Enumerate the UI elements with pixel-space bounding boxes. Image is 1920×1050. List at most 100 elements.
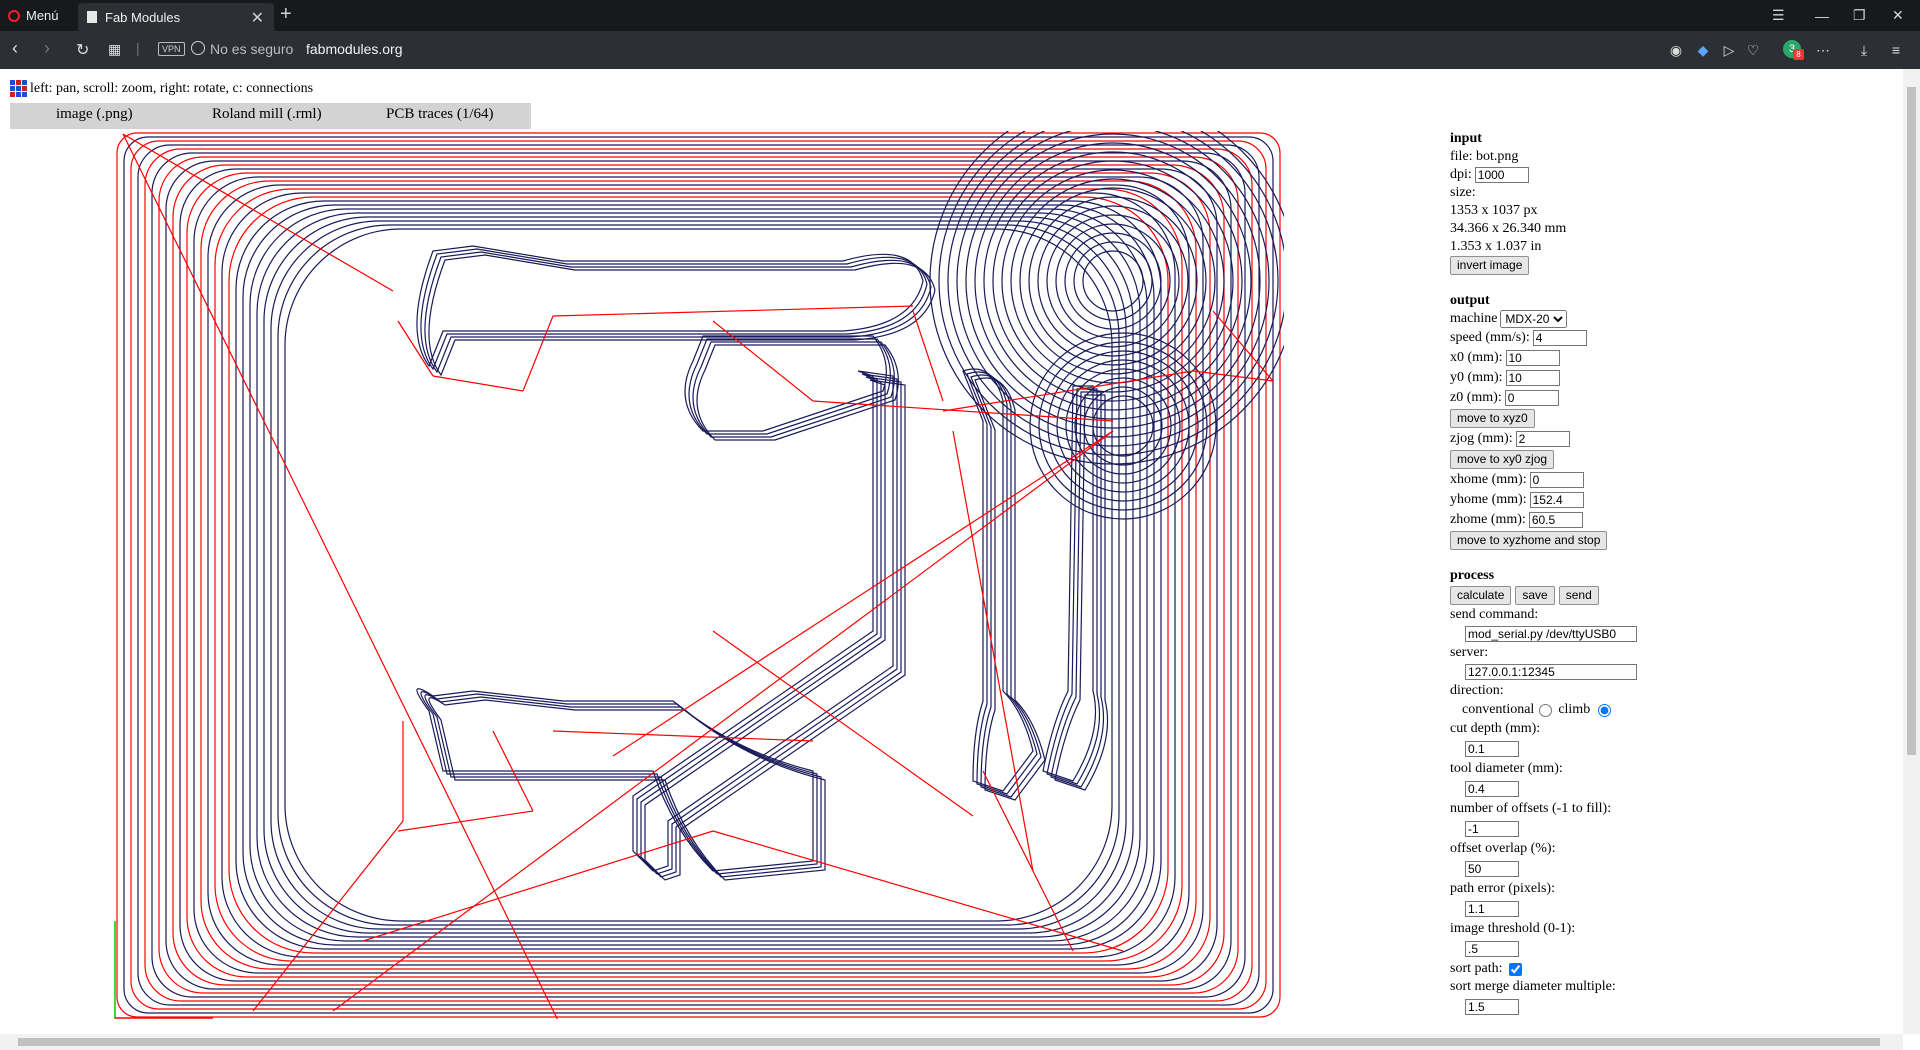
- browser-tab-bar: Menú Fab Modules ✕ + ☰ — ❐ ✕: [0, 0, 1920, 31]
- tab-menu-icon[interactable]: ☰: [1772, 0, 1785, 31]
- y0-label: y0 (mm):: [1450, 370, 1503, 385]
- trace-offset-path: [644, 379, 906, 881]
- send-command-input[interactable]: [1465, 626, 1637, 642]
- breadcrumb-roland-mill[interactable]: Roland mill (.rml): [212, 106, 322, 123]
- direction-label: direction:: [1450, 683, 1504, 698]
- machine-select[interactable]: MDX-20: [1500, 310, 1568, 328]
- outer-offset-path: [214, 188, 1183, 962]
- more-extensions-icon[interactable]: ⋯: [1815, 42, 1831, 58]
- fab-modules-logo-icon[interactable]: [10, 80, 27, 97]
- sort-merge-input[interactable]: [1465, 999, 1519, 1015]
- breadcrumb-pcb-traces[interactable]: PCB traces (1/64): [386, 106, 493, 123]
- xhome-label: xhome (mm):: [1450, 472, 1527, 487]
- horizontal-scrollbar[interactable]: [0, 1034, 1903, 1050]
- tab-title: Fab Modules: [105, 9, 181, 25]
- y0-input[interactable]: [1505, 370, 1560, 386]
- dpi-input[interactable]: [1474, 167, 1529, 183]
- server-label: server:: [1450, 645, 1489, 660]
- invert-image-button[interactable]: invert image: [1450, 255, 1530, 275]
- size-in: 1.353 x 1.037 in: [1450, 239, 1542, 254]
- rapid-move-line: [552, 305, 914, 317]
- x0-label: x0 (mm):: [1450, 350, 1503, 365]
- camera-icon[interactable]: ◉: [1668, 42, 1684, 58]
- browser-tab[interactable]: Fab Modules ✕: [78, 3, 274, 31]
- outer-offset-path: [137, 144, 1260, 1006]
- extension-icon[interactable]: 38: [1783, 40, 1804, 60]
- trace-offset-path: [424, 694, 822, 878]
- pad-offset-ring: [1019, 187, 1207, 375]
- yhome-input[interactable]: [1529, 492, 1584, 508]
- rapid-move-line: [397, 320, 434, 377]
- new-tab-button[interactable]: +: [280, 3, 292, 26]
- speed-input[interactable]: [1532, 330, 1587, 346]
- restore-icon[interactable]: ❐: [1853, 0, 1866, 31]
- minimize-icon[interactable]: —: [1815, 0, 1829, 31]
- url-text[interactable]: fabmodules.org: [306, 41, 403, 57]
- trace-offset-path: [428, 697, 826, 881]
- zhome-input[interactable]: [1528, 512, 1583, 528]
- offsets-input[interactable]: [1465, 821, 1519, 837]
- z0-input[interactable]: [1504, 390, 1559, 406]
- input-heading: input: [1450, 131, 1482, 146]
- vertical-scrollbar[interactable]: [1903, 69, 1920, 1034]
- heart-icon[interactable]: ♡: [1745, 42, 1761, 58]
- outer-offset-path: [235, 200, 1162, 950]
- trace-offset-path: [684, 335, 887, 432]
- output-heading: output: [1450, 293, 1490, 308]
- tool-diameter-input[interactable]: [1465, 781, 1519, 797]
- speed-dial-icon[interactable]: ▦: [108, 41, 121, 58]
- send-icon[interactable]: ▷: [1721, 42, 1737, 58]
- shield-icon[interactable]: ◆: [1695, 42, 1711, 58]
- dpi-label: dpi:: [1450, 167, 1472, 182]
- cut-depth-input[interactable]: [1465, 741, 1519, 757]
- vpn-badge[interactable]: VPN: [158, 42, 185, 56]
- breadcrumb-image[interactable]: image (.png): [56, 106, 133, 123]
- download-icon[interactable]: ⤓: [1856, 42, 1872, 58]
- close-window-icon[interactable]: ✕: [1892, 0, 1904, 31]
- x0-input[interactable]: [1505, 350, 1560, 366]
- outer-offset-path: [179, 168, 1218, 982]
- overlap-label: offset overlap (%):: [1450, 841, 1556, 856]
- send-button[interactable]: send: [1558, 586, 1599, 605]
- outer-offset-path: [130, 140, 1267, 1010]
- climb-label: climb: [1558, 702, 1591, 717]
- trace-offset-path: [632, 370, 894, 872]
- reload-icon[interactable]: ↻: [76, 40, 89, 60]
- path-error-input[interactable]: [1465, 901, 1519, 917]
- path-error-label: path error (pixels):: [1450, 881, 1555, 896]
- threshold-input[interactable]: [1465, 941, 1519, 957]
- browser-menu-button[interactable]: Menú: [8, 0, 59, 31]
- pad-offset-ring: [1092, 395, 1154, 457]
- horizontal-scrollbar-thumb[interactable]: [18, 1038, 1880, 1046]
- vertical-scrollbar-thumb[interactable]: [1907, 87, 1916, 755]
- pad-offset-ring: [947, 131, 1279, 447]
- move-to-home-button[interactable]: move to xyzhome and stop: [1450, 531, 1608, 550]
- rapid-move-line: [122, 133, 558, 1019]
- sort-path-checkbox[interactable]: [1508, 962, 1522, 976]
- move-to-zjog-button[interactable]: move to xy0 zjog: [1450, 450, 1555, 469]
- move-to-xyz0-button[interactable]: move to xyz0: [1450, 409, 1535, 428]
- pad-offset-ring: [1010, 178, 1216, 384]
- save-button[interactable]: save: [1515, 586, 1555, 605]
- forward-icon[interactable]: ›: [44, 38, 50, 59]
- back-icon[interactable]: ‹: [12, 38, 18, 59]
- trace-offset-path: [692, 341, 895, 438]
- xhome-input[interactable]: [1529, 472, 1584, 488]
- toolpath-canvas[interactable]: [113, 131, 1284, 1019]
- zjog-label: zjog (mm):: [1450, 431, 1513, 446]
- server-input[interactable]: [1465, 664, 1637, 680]
- offsets-label: number of offsets (-1 to fill):: [1450, 801, 1612, 816]
- overlap-input[interactable]: [1465, 861, 1519, 877]
- climb-radio[interactable]: [1598, 703, 1612, 717]
- security-status[interactable]: No es seguro: [210, 41, 293, 57]
- easy-setup-icon[interactable]: ≡: [1888, 42, 1904, 58]
- opera-logo-icon: [8, 9, 20, 22]
- outer-offset-path: [151, 152, 1246, 998]
- outer-offset-path: [165, 160, 1232, 990]
- zhome-label: zhome (mm):: [1450, 512, 1526, 527]
- calculate-button[interactable]: calculate: [1450, 586, 1512, 605]
- close-tab-icon[interactable]: ✕: [251, 8, 264, 28]
- zjog-input[interactable]: [1515, 431, 1570, 447]
- speed-label: speed (mm/s):: [1450, 330, 1530, 345]
- conventional-radio[interactable]: [1539, 703, 1553, 717]
